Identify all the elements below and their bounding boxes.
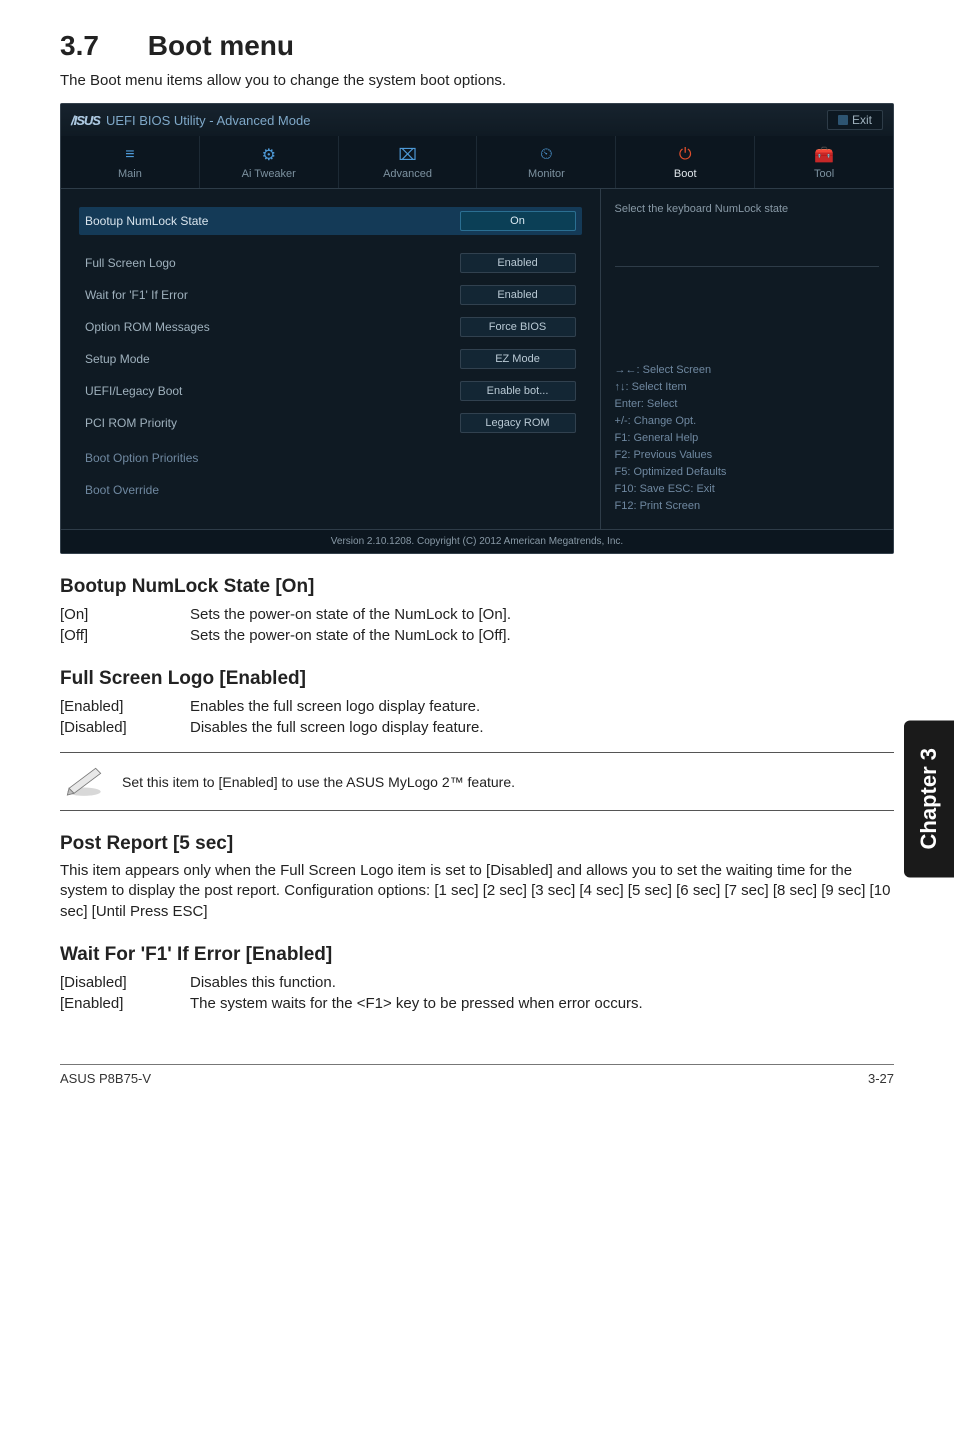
option-key: [On] [60, 604, 190, 625]
bios-setting-row[interactable]: Setup Mode EZ Mode [79, 345, 582, 373]
bios-setting-row[interactable]: Full Screen Logo Enabled [79, 249, 582, 277]
shortcut-line: F5: Optimized Defaults [615, 464, 879, 481]
note-block: Set this item to [Enabled] to use the AS… [60, 752, 894, 811]
bios-titlebar: /ISUS UEFI BIOS Utility - Advanced Mode … [61, 104, 893, 136]
table-row: [On] Sets the power-on state of the NumL… [60, 604, 511, 625]
setting-value[interactable]: Force BIOS [460, 317, 576, 337]
setting-value[interactable]: Legacy ROM [460, 413, 576, 433]
shortcut-line: F2: Previous Values [615, 447, 879, 464]
table-row: [Enabled] Enables the full screen logo d… [60, 696, 484, 717]
setting-label: Option ROM Messages [85, 320, 210, 334]
shortcut-line: F12: Print Screen [615, 498, 879, 515]
section-name: Boot menu [148, 30, 294, 61]
tab-main[interactable]: ≡ Main [61, 136, 200, 188]
setting-label: Wait for 'F1' If Error [85, 288, 188, 302]
shortcut-line: F1: General Help [615, 430, 879, 447]
bios-shortcuts: →←: Select Screen↑↓: Select ItemEnter: S… [615, 352, 879, 515]
bios-section-header[interactable]: Boot Override [79, 479, 582, 501]
page-footer: ASUS P8B75-V 3-27 [60, 1064, 894, 1086]
option-desc: Disables the full screen logo display fe… [190, 717, 484, 738]
bios-setting-row[interactable]: Wait for 'F1' If Error Enabled [79, 281, 582, 309]
waitf1-options: [Disabled] Disables this function. [Enab… [60, 972, 643, 1014]
tab-label: Boot [620, 168, 750, 180]
setting-value[interactable]: Enable bot... [460, 381, 576, 401]
bios-help-text: Select the keyboard NumLock state [615, 203, 879, 267]
power-icon: ⏻ [674, 146, 696, 164]
postreport-body: This item appears only when the Full Scr… [60, 861, 894, 922]
tab-label: Advanced [343, 168, 473, 180]
setting-value[interactable]: Enabled [460, 253, 576, 273]
table-row: [Off] Sets the power-on state of the Num… [60, 625, 511, 646]
bios-screenshot: /ISUS UEFI BIOS Utility - Advanced Mode … [60, 103, 894, 554]
setting-label: PCI ROM Priority [85, 416, 177, 430]
bios-title: UEFI BIOS Utility - Advanced Mode [106, 113, 310, 128]
bios-setting-row[interactable]: PCI ROM Priority Legacy ROM [79, 409, 582, 437]
tab-boot[interactable]: ⏻ Boot [616, 136, 755, 188]
tab-label: Monitor [481, 168, 611, 180]
tool-icon: 🧰 [813, 146, 835, 164]
tab-ai-tweaker[interactable]: ⚙ Ai Tweaker [200, 136, 339, 188]
tab-label: Main [65, 168, 195, 180]
option-key: [Enabled] [60, 993, 190, 1014]
tab-label: Ai Tweaker [204, 168, 334, 180]
setting-label: Setup Mode [85, 352, 150, 366]
option-desc: Enables the full screen logo display fea… [190, 696, 484, 717]
monitor-icon: ⏲ [535, 146, 557, 164]
table-row: [Disabled] Disables the full screen logo… [60, 717, 484, 738]
footer-left: ASUS P8B75-V [60, 1071, 151, 1086]
setting-label: Full Screen Logo [85, 256, 176, 270]
shortcut-line: Enter: Select [615, 396, 879, 413]
pencil-icon [64, 763, 104, 800]
tab-monitor[interactable]: ⏲ Monitor [477, 136, 616, 188]
section-number: 3.7 [60, 30, 140, 62]
subhead-postreport: Post Report [5 sec] [60, 833, 894, 855]
option-key: [Enabled] [60, 696, 190, 717]
tab-label: Tool [759, 168, 889, 180]
option-desc: Sets the power-on state of the NumLock t… [190, 604, 511, 625]
tweaker-icon: ⚙ [258, 146, 280, 164]
bios-footer: Version 2.10.1208. Copyright (C) 2012 Am… [61, 529, 893, 553]
fslogo-options: [Enabled] Enables the full screen logo d… [60, 696, 484, 738]
subhead-waitf1: Wait For 'F1' If Error [Enabled] [60, 944, 894, 966]
footer-right: 3-27 [868, 1071, 894, 1086]
bios-setting-row[interactable]: Option ROM Messages Force BIOS [79, 313, 582, 341]
table-row: [Enabled] The system waits for the <F1> … [60, 993, 643, 1014]
bios-setting-row[interactable]: Bootup NumLock State On [79, 207, 582, 235]
numlock-options: [On] Sets the power-on state of the NumL… [60, 604, 511, 646]
intro-text: The Boot menu items allow you to change … [60, 72, 894, 89]
exit-label: Exit [852, 113, 872, 127]
option-key: [Disabled] [60, 972, 190, 993]
setting-label: UEFI/Legacy Boot [85, 384, 182, 398]
option-key: [Off] [60, 625, 190, 646]
subhead-fslogo: Full Screen Logo [Enabled] [60, 668, 894, 690]
exit-button[interactable]: Exit [827, 110, 883, 130]
option-key: [Disabled] [60, 717, 190, 738]
table-row: [Disabled] Disables this function. [60, 972, 643, 993]
note-text: Set this item to [Enabled] to use the AS… [122, 774, 515, 790]
setting-value[interactable]: On [460, 211, 576, 231]
bios-settings-panel: Bootup NumLock State On Full Screen Logo En… [61, 189, 600, 529]
subhead-numlock: Bootup NumLock State [On] [60, 576, 894, 598]
shortcut-line: ↑↓: Select Item [615, 379, 879, 396]
page-title: 3.7 Boot menu [60, 30, 894, 62]
shortcut-line: +/-: Change Opt. [615, 413, 879, 430]
shortcut-line: F10: Save ESC: Exit [615, 481, 879, 498]
setting-value[interactable]: EZ Mode [460, 349, 576, 369]
option-desc: Disables this function. [190, 972, 643, 993]
bios-section-header[interactable]: Boot Option Priorities [79, 447, 582, 469]
tab-advanced[interactable]: ⌧ Advanced [339, 136, 478, 188]
option-desc: The system waits for the <F1> key to be … [190, 993, 643, 1014]
brand-logo: /ISUS [71, 113, 100, 128]
option-desc: Sets the power-on state of the NumLock t… [190, 625, 511, 646]
bios-help-panel: Select the keyboard NumLock state →←: Se… [600, 189, 893, 529]
shortcut-line: →←: Select Screen [615, 362, 879, 379]
chapter-tab: Chapter 3 [904, 720, 954, 877]
list-icon: ≡ [119, 146, 141, 164]
bios-setting-row[interactable]: UEFI/Legacy Boot Enable bot... [79, 377, 582, 405]
setting-value[interactable]: Enabled [460, 285, 576, 305]
setting-label: Bootup NumLock State [85, 214, 208, 228]
advanced-icon: ⌧ [397, 146, 419, 164]
bios-tabs: ≡ Main ⚙ Ai Tweaker ⌧ Advanced ⏲ Monitor ⏻ Boot 🧰 T… [61, 136, 893, 189]
tab-tool[interactable]: 🧰 Tool [755, 136, 893, 188]
